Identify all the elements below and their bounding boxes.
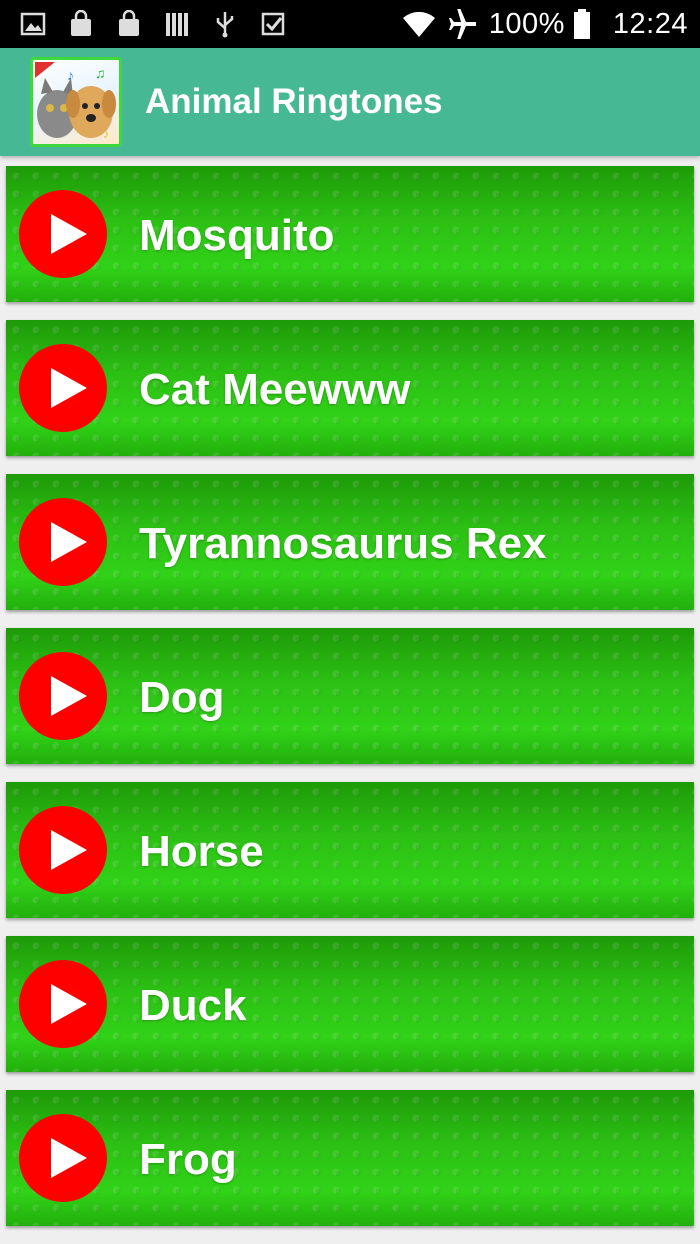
ringtone-label: Dog — [139, 673, 225, 722]
notification-icons — [20, 8, 286, 40]
wifi-icon — [402, 11, 435, 37]
ringtone-item-duck[interactable]: Duck — [6, 936, 694, 1072]
ringtone-item-cat[interactable]: Cat Meewww — [6, 320, 694, 456]
svg-text:♪: ♪ — [103, 127, 109, 141]
play-icon[interactable] — [19, 1114, 107, 1202]
battery-icon — [573, 9, 590, 39]
play-icon[interactable] — [19, 190, 107, 278]
ringtone-item-horse[interactable]: Horse — [6, 782, 694, 918]
checkmark-icon — [261, 12, 285, 36]
ringtone-label: Horse — [139, 827, 264, 876]
ringtone-label: Duck — [139, 981, 247, 1030]
shopping-bag-icon — [119, 10, 139, 36]
system-status: 100% 12:24 — [401, 6, 688, 42]
ringtone-label: Cat Meewww — [139, 365, 411, 414]
play-icon[interactable] — [19, 344, 107, 432]
status-bar: 100% 12:24 — [0, 0, 700, 48]
battery-percentage: 100% — [488, 7, 565, 40]
svg-text:♫: ♫ — [95, 65, 106, 81]
shopping-bag-icon — [71, 10, 91, 36]
library-icon — [166, 13, 188, 36]
play-icon[interactable] — [19, 498, 107, 586]
play-icon[interactable] — [19, 806, 107, 894]
ringtone-item-dog[interactable]: Dog — [6, 628, 694, 764]
usb-icon — [216, 12, 234, 38]
play-icon[interactable] — [19, 960, 107, 1048]
airplane-mode-icon — [448, 9, 476, 39]
app-title: Animal Ringtones — [145, 82, 443, 121]
ringtone-label: Mosquito — [139, 211, 335, 260]
app-bar: ♪ ♫ ♪ Animal Ringtones — [0, 48, 700, 156]
app-logo-cat-dog-icon: ♪ ♫ ♪ — [30, 57, 122, 147]
svg-text:♪: ♪ — [67, 67, 74, 83]
clock: 12:24 — [612, 7, 688, 40]
play-icon[interactable] — [19, 652, 107, 740]
ringtone-label: Tyrannosaurus Rex — [139, 519, 547, 568]
gallery-icon — [20, 12, 46, 36]
ringtone-item-mosquito[interactable]: Mosquito — [6, 166, 694, 302]
ringtone-list: Mosquito Cat Meewww Tyrannosaurus Rex Do… — [6, 166, 694, 1244]
ringtone-item-tyrannosaurus-rex[interactable]: Tyrannosaurus Rex — [6, 474, 694, 610]
ringtone-item-frog[interactable]: Frog — [6, 1090, 694, 1226]
ringtone-label: Frog — [139, 1135, 237, 1184]
